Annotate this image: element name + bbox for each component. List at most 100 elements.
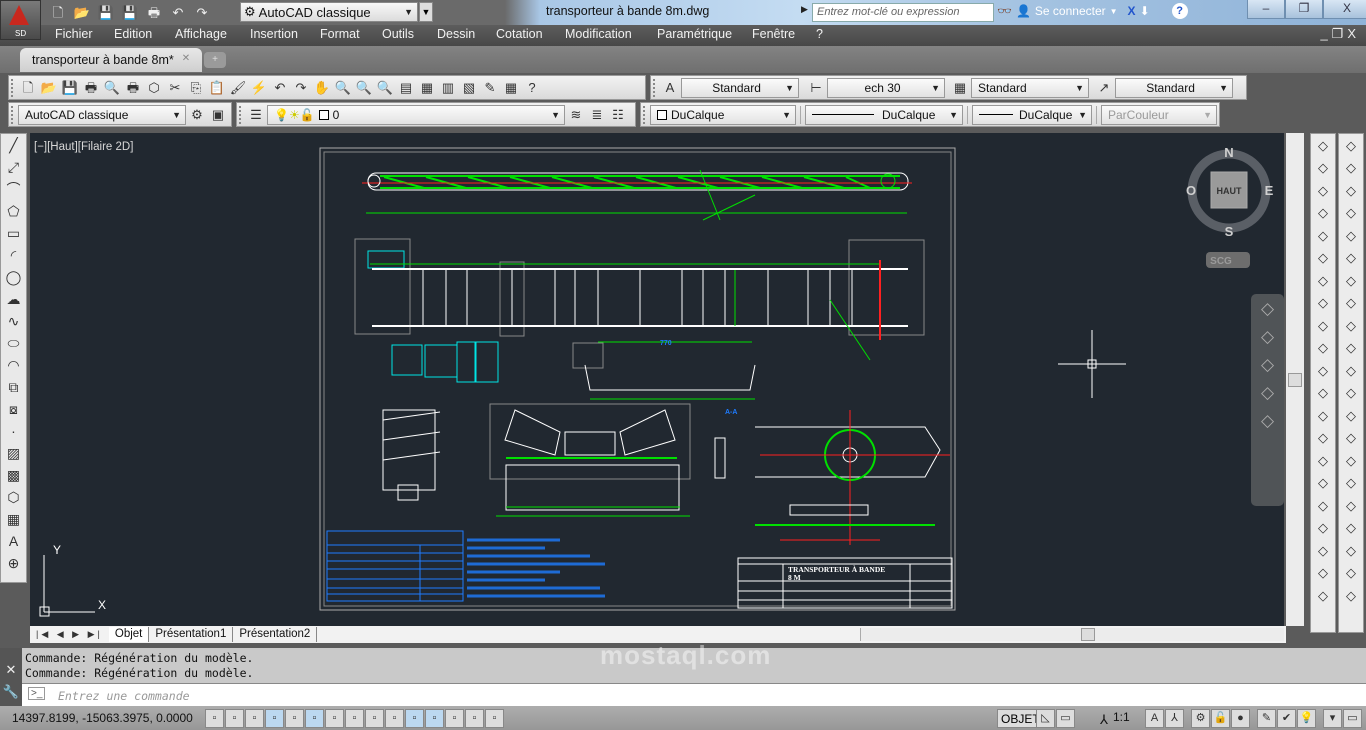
tolerance-icon[interactable]: ◇ [1339, 427, 1363, 450]
command-line-handle[interactable]: ✕ 🔧 [0, 648, 22, 706]
annotation-scale-select[interactable]: 1:1 [1113, 710, 1130, 724]
make-block-icon[interactable]: ⧇ [1, 398, 26, 420]
copy-object-icon[interactable]: ◇ [1311, 157, 1335, 180]
pan-hand-icon[interactable]: ◇ [1251, 322, 1284, 350]
menu-insertion[interactable]: Insertion [250, 27, 298, 41]
zoom-previous-icon[interactable]: 🔍 [375, 78, 395, 98]
chevron-down-icon[interactable]: ▼ [1110, 7, 1118, 16]
dim-style-select[interactable]: ech 30 ▼ [827, 77, 945, 98]
toolbar-grip[interactable] [653, 78, 657, 97]
open-icon[interactable]: 📂 [72, 2, 92, 22]
blend-icon[interactable]: ◇ [1311, 494, 1335, 517]
steering-wheel-icon[interactable]: ◇ [1251, 294, 1284, 322]
region-icon[interactable]: ⬡ [1, 486, 26, 508]
stretch-icon[interactable]: ◇ [1311, 314, 1335, 337]
annotation-monitor-icon[interactable]: ▫ [485, 709, 504, 728]
annotation-visibility-icon[interactable]: A [1145, 709, 1164, 728]
draw-order-front-icon[interactable]: ◇ [1311, 562, 1335, 585]
isolate-objects-icon[interactable]: ✎ [1257, 709, 1276, 728]
spline-icon[interactable]: ∿ [1, 310, 26, 332]
aligned-dim-icon[interactable]: ◇ [1339, 157, 1363, 180]
layer-on-icon[interactable]: 💡 [274, 108, 289, 122]
toolbar-grip[interactable] [11, 105, 15, 124]
3d-osnap-icon[interactable]: ▫ [325, 709, 344, 728]
autodesk-360-icon[interactable]: ✔ [1277, 709, 1296, 728]
horizontal-scrollbar[interactable] [860, 628, 1284, 641]
rotate-icon[interactable]: ◇ [1311, 269, 1335, 292]
block-editor-icon[interactable]: ⚡ [249, 78, 269, 98]
construction-line-icon[interactable]: ⤢ [1, 156, 26, 178]
layer-thaw-icon[interactable]: ☀ [289, 108, 300, 122]
close-tab-icon[interactable]: ✕ [182, 53, 190, 72]
plot-icon[interactable]: 🖶 [123, 78, 143, 98]
open-icon[interactable]: 📂 [39, 78, 59, 98]
calculator-icon[interactable]: ▦ [501, 78, 521, 98]
grid-icon[interactable]: ▫ [245, 709, 264, 728]
showmotion-icon[interactable]: ◇ [1251, 406, 1284, 434]
tab-navigation-arrows[interactable]: |◀ ◀ ▶ ▶| [30, 629, 109, 640]
redo-icon[interactable]: ↷ [192, 2, 212, 22]
viewport-controls[interactable]: [−][Haut][Filaire 2D] [34, 141, 133, 153]
ellipse-icon[interactable]: ⬭ [1, 332, 26, 354]
quick-view-drawings-icon[interactable]: ▭ [1056, 709, 1075, 728]
application-menu-button[interactable]: SD [0, 0, 41, 40]
add-selected-icon[interactable]: ⊕ [1, 552, 26, 574]
copy-icon[interactable]: ⎘ [186, 78, 206, 98]
save-icon[interactable]: 💾 [96, 2, 116, 22]
make-current-layer-icon[interactable]: ≋ [566, 105, 586, 125]
tool-palettes-icon[interactable]: ▥ [438, 78, 458, 98]
color-select[interactable]: DuCalque ▼ [650, 104, 796, 125]
text-style-select[interactable]: Standard ▼ [681, 77, 799, 98]
explode-icon[interactable]: ◇ [1311, 517, 1335, 540]
table-style-select[interactable]: Standard ▼ [971, 77, 1089, 98]
undo-icon[interactable]: ↶ [270, 78, 290, 98]
orbit-icon[interactable]: ◇ [1251, 378, 1284, 406]
menu-cotation[interactable]: Cotation [496, 27, 543, 41]
snap-icon[interactable]: ▫ [225, 709, 244, 728]
linetype-select[interactable]: DuCalque ▼ [805, 104, 963, 125]
workspace-switching-icon[interactable]: ⚙ [1191, 709, 1210, 728]
line-icon[interactable]: ╱ [1, 134, 26, 156]
close-button[interactable]: X [1323, 0, 1366, 19]
dim-text-edit-icon[interactable]: ◇ [1339, 539, 1363, 562]
quick-properties-icon[interactable]: ▫ [445, 709, 464, 728]
multileader-style-select[interactable]: Standard ▼ [1115, 77, 1233, 98]
layout-tab-model[interactable]: Objet [108, 627, 150, 642]
redo-icon[interactable]: ↷ [291, 78, 311, 98]
binoculars-icon[interactable]: 👓 [997, 4, 1012, 18]
text-style-icon[interactable]: A [660, 78, 680, 98]
point-icon[interactable]: · [1, 420, 26, 442]
markup-icon[interactable]: ✎ [480, 78, 500, 98]
trim-icon[interactable]: ◇ [1311, 337, 1335, 360]
menu-affichage[interactable]: Affichage [175, 27, 227, 41]
new-icon[interactable]: 🗋 [48, 2, 68, 22]
circle-icon[interactable]: ◯ [1, 266, 26, 288]
mirror-icon[interactable]: ◇ [1311, 179, 1335, 202]
selection-cycling-icon[interactable]: ▫ [465, 709, 484, 728]
osnap-icon[interactable]: ▫ [305, 709, 324, 728]
dim-edit-icon[interactable]: ◇ [1339, 517, 1363, 540]
break-at-point-icon[interactable]: ◇ [1311, 382, 1335, 405]
dynamic-input-icon[interactable]: ▫ [385, 709, 404, 728]
print-icon[interactable]: 🖶 [144, 2, 164, 22]
undo-icon[interactable]: ↶ [168, 2, 188, 22]
polar-icon[interactable]: ▫ [285, 709, 304, 728]
scroll-thumb[interactable] [1081, 628, 1095, 641]
save-icon[interactable]: 💾 [60, 78, 80, 98]
workspace-settings-icon[interactable]: ⚙ [187, 105, 207, 125]
layer-states-icon[interactable]: ☷ [608, 105, 628, 125]
diameter-icon[interactable]: ◇ [1339, 269, 1363, 292]
jogged-linear-icon[interactable]: ◇ [1339, 494, 1363, 517]
search-input[interactable]: Entrez mot-clé ou expression [812, 3, 994, 22]
baseline-icon[interactable]: ◇ [1339, 337, 1363, 360]
new-icon[interactable]: 🗋 [18, 78, 38, 98]
new-tab-button[interactable]: + [204, 52, 226, 68]
isolate-bulb-icon[interactable]: 💡 [1297, 709, 1316, 728]
stay-connected-icon[interactable]: ⬇ [1140, 4, 1150, 18]
status-bar-menu-icon[interactable]: ▾ [1323, 709, 1342, 728]
menu-fenetre[interactable]: Fenêtre [752, 27, 795, 41]
dim-style-icon[interactable]: ⊢ [806, 78, 826, 98]
jogged-icon[interactable]: ◇ [1339, 247, 1363, 270]
continue-icon[interactable]: ◇ [1339, 359, 1363, 382]
command-input[interactable]: Entrez une commande [22, 683, 1366, 706]
